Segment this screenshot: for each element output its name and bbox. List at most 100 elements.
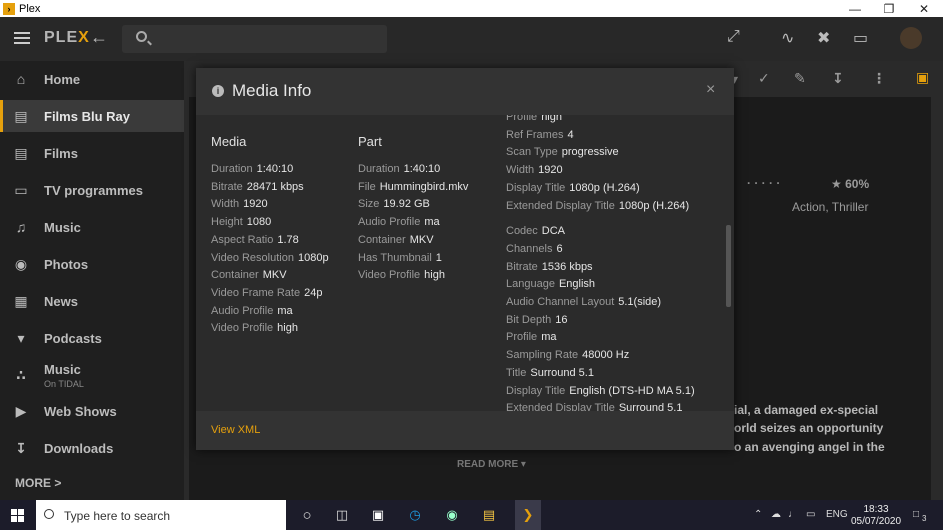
info-row: Height 1080: [211, 214, 329, 232]
windows-start-icon[interactable]: [11, 509, 24, 522]
tray-chevron-icon[interactable]: ⌃: [754, 509, 762, 520]
task-view-icon[interactable]: ◫: [333, 506, 351, 524]
taskbar-search-input[interactable]: Type here to search: [36, 500, 286, 530]
activity-icon[interactable]: ∿: [781, 28, 794, 48]
info-row: Extended Display Title Surround 5.1: [506, 400, 695, 411]
more-options-icon[interactable]: ⋮: [872, 70, 886, 87]
top-bar: PLEX ← ⤢ ∿ ✖ ▭: [0, 17, 943, 61]
info-value: Surround 5.1: [530, 366, 594, 379]
settings-tools-icon[interactable]: ✖: [817, 28, 830, 48]
maximize-button[interactable]: ❐: [872, 0, 906, 17]
info-row: Has Thumbnail 1: [358, 250, 468, 268]
dialog-scrollbar[interactable]: [726, 115, 732, 411]
part-heading: Part: [358, 134, 382, 149]
info-key: Audio Channel Layout: [506, 296, 615, 309]
info-value: ma: [541, 331, 557, 344]
info-row: Profile ma: [506, 329, 695, 347]
image-icon[interactable]: ▣: [916, 69, 929, 86]
info-key: Video Profile: [358, 269, 421, 282]
genres: Action, Thriller: [792, 200, 869, 214]
network-icon[interactable]: ▭: [806, 509, 815, 520]
edit-pencil-icon[interactable]: ✎: [794, 70, 806, 87]
info-row: Bitrate 28471 kbps: [211, 179, 329, 197]
sidebar-item-web-shows[interactable]: ▶ Web Shows: [0, 395, 184, 427]
info-row: Audio Profile ma: [211, 303, 329, 321]
sidebar-item-films[interactable]: ▤ Films: [0, 137, 184, 169]
watched-check-icon[interactable]: ✓: [758, 70, 770, 87]
read-more-button[interactable]: READ MORE ▾: [457, 459, 526, 470]
info-row: Display Title English (DTS-HD MA 5.1): [506, 383, 695, 401]
search-input[interactable]: [122, 25, 387, 53]
dialog-footer: View XML: [196, 411, 734, 450]
plex-logo[interactable]: PLEX: [44, 29, 90, 47]
windows-taskbar: Type here to search ○ ◫ ▣ ◷ ◉ ▤ ❯ ⌃ ☁ ♩ …: [0, 500, 943, 530]
back-arrow-icon[interactable]: ←: [90, 27, 108, 48]
download-circle-icon[interactable]: ↧: [832, 70, 844, 87]
sidebar-item-news[interactable]: ▦ News: [0, 285, 184, 317]
cortana-icon[interactable]: ○: [298, 506, 316, 524]
sidebar-item-sublabel: On TIDAL: [44, 378, 84, 389]
info-row: Channels 6: [506, 241, 695, 259]
sidebar-item-label: Web Shows: [44, 403, 117, 419]
close-icon[interactable]: ×: [706, 81, 715, 99]
info-value: 19.92 GB: [383, 198, 430, 211]
info-key: Profile: [506, 115, 538, 123]
info-value: 28471 kbps: [246, 180, 304, 193]
menu-icon[interactable]: [14, 32, 30, 44]
info-key: Sampling Rate: [506, 349, 579, 362]
fullscreen-icon[interactable]: ⤢: [727, 28, 740, 46]
minimize-button[interactable]: —: [838, 0, 872, 17]
main-scrollbar[interactable]: [931, 61, 943, 500]
microphone-icon: ▾: [17, 329, 25, 346]
part-section: Part Duration 1:40:10 File Hummingbird.mkv S…: [358, 134, 468, 285]
language-indicator[interactable]: ENG: [826, 509, 848, 520]
info-row: Aspect Ratio 1.78: [211, 232, 329, 250]
taskbar-search-placeholder: Type here to search: [64, 509, 171, 523]
stream-section: Profile high Ref Frames 4 Scan Type progressi…: [506, 115, 695, 411]
edge-icon[interactable]: ◷: [406, 506, 424, 524]
close-window-button[interactable]: ✕: [907, 0, 941, 17]
media-heading: Media: [211, 134, 247, 149]
info-value: 1536 kbps: [541, 260, 593, 273]
sidebar-item-music-tidal[interactable]: ∴ Music On TIDAL: [0, 357, 184, 393]
clock[interactable]: 18:33 05/07/2020: [846, 504, 906, 528]
dialog-body[interactable]: Media Duration 1:40:10 Bitrate 28471 kbps Wi…: [196, 115, 734, 411]
cast-icon[interactable]: ▭: [853, 28, 868, 48]
info-key: Display Title: [506, 384, 566, 397]
plex-app-icon: ›: [3, 2, 15, 15]
avatar[interactable]: [900, 27, 922, 49]
sidebar-item-photos[interactable]: ◉ Photos: [0, 248, 184, 280]
sidebar-item-home[interactable]: ⌂ Home: [0, 63, 184, 95]
notification-count: 3: [922, 514, 927, 523]
mkv-app-icon[interactable]: ◉: [443, 506, 461, 524]
volume-icon[interactable]: ♩: [788, 509, 798, 520]
more-button[interactable]: MORE >: [15, 476, 61, 490]
info-value: high: [541, 115, 562, 123]
cloud-icon[interactable]: ☁: [771, 509, 781, 520]
sidebar-item-label: Photos: [44, 256, 89, 272]
sidebar-item-music[interactable]: ♫ Music: [0, 211, 184, 243]
info-row: Width 1920: [211, 196, 329, 214]
info-value: ma: [424, 216, 440, 229]
info-value: MKV: [409, 233, 434, 246]
sidebar-item-podcasts[interactable]: ▾ Podcasts: [0, 322, 184, 354]
info-value: 1080p (H.264): [569, 181, 640, 194]
dialog-scrollbar-thumb[interactable]: [726, 225, 731, 307]
info-key: Has Thumbnail: [358, 251, 432, 264]
info-key: Title: [506, 366, 527, 379]
store-icon[interactable]: ▣: [369, 506, 387, 524]
sidebar-item-downloads[interactable]: ↧ Downloads: [0, 432, 184, 464]
sidebar-item-tv-programmes[interactable]: ▭ TV programmes: [0, 174, 184, 206]
info-value: DCA: [541, 225, 566, 238]
info-row: Language English: [506, 276, 695, 294]
sidebar-item-films-blu-ray[interactable]: ▤ Films Blu Ray: [0, 100, 184, 132]
notifications-icon[interactable]: □: [913, 509, 919, 520]
sidebar-item-label: Home: [44, 71, 81, 87]
sidebar-scrollbar[interactable]: [184, 61, 189, 500]
info-value: Hummingbird.mkv: [379, 180, 469, 193]
plex-taskbar-icon[interactable]: ❯: [515, 500, 541, 530]
file-explorer-icon[interactable]: ▤: [480, 506, 498, 524]
info-value: Surround 5.1: [618, 402, 683, 411]
info-key: Video Frame Rate: [211, 286, 301, 299]
view-xml-link[interactable]: View XML: [211, 424, 260, 436]
